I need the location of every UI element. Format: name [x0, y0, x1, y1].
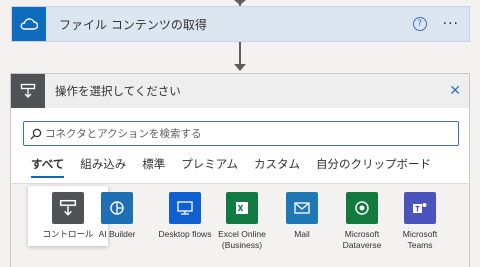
connector-tile-mail[interactable]: Mail	[272, 192, 332, 240]
desktop-flows-icon	[169, 192, 201, 224]
connector-tile-ai-builder[interactable]: AI Builder	[87, 192, 147, 240]
panel-header: 操作を選択してください ✕	[11, 74, 469, 108]
tab-premium[interactable]: プレミアム	[181, 156, 238, 178]
control-icon	[52, 192, 84, 224]
connector-tiles: コントロール AI Builder Desktop flows Excel On…	[11, 183, 469, 267]
dataverse-icon	[346, 192, 378, 224]
mail-icon	[286, 192, 318, 224]
ai-builder-icon	[101, 192, 133, 224]
tab-standard[interactable]: 標準	[142, 156, 165, 178]
tab-all[interactable]: すべて	[31, 156, 65, 178]
connector-tile-microsoft-dataverse[interactable]: Microsoft Dataverse	[332, 192, 392, 251]
category-tabs: すべて 組み込み 標準 プレミアム カスタム 自分のクリップボード	[31, 156, 447, 178]
connector-search-box[interactable]	[23, 121, 459, 146]
tile-label: AI Builder	[98, 229, 136, 239]
excel-icon	[226, 192, 258, 224]
close-icon[interactable]: ✕	[449, 83, 461, 99]
search-icon	[30, 128, 42, 140]
tile-label: Desktop flows	[158, 229, 212, 239]
connector-tile-excel-online[interactable]: Excel Online (Business)	[212, 192, 272, 251]
tile-label: Excel Online (Business)	[218, 229, 266, 250]
tab-custom[interactable]: カスタム	[254, 156, 300, 178]
action-card-title: ファイル コンテンツの取得	[59, 17, 207, 32]
operation-step-icon	[11, 74, 45, 108]
more-options-icon[interactable]: ···	[443, 16, 459, 32]
tab-built-in[interactable]: 組み込み	[80, 156, 126, 178]
connector-tile-desktop-flows[interactable]: Desktop flows	[155, 192, 215, 240]
choose-operation-panel: 操作を選択してください ✕ すべて 組み込み 標準 プレミアム カスタム 自分の…	[10, 73, 470, 267]
tab-my-clipboard[interactable]: 自分のクリップボード	[316, 156, 431, 178]
search-input[interactable]	[45, 127, 445, 140]
action-card-get-file-content[interactable]: ファイル コンテンツの取得 ? ···	[11, 6, 470, 42]
tile-label: Microsoft Teams	[402, 229, 438, 250]
teams-icon	[404, 192, 436, 224]
tile-label: Mail	[294, 229, 310, 239]
tile-label: Microsoft Dataverse	[342, 229, 382, 250]
connector-tile-microsoft-teams[interactable]: Microsoft Teams	[390, 192, 450, 251]
flow-arrow-down	[234, 64, 246, 71]
panel-title: 操作を選択してください	[55, 84, 181, 98]
tile-label: コントロール	[42, 229, 94, 239]
help-icon[interactable]: ?	[412, 17, 427, 31]
flow-arrow-top	[234, 0, 246, 5]
onedrive-cloud-icon	[12, 7, 46, 41]
